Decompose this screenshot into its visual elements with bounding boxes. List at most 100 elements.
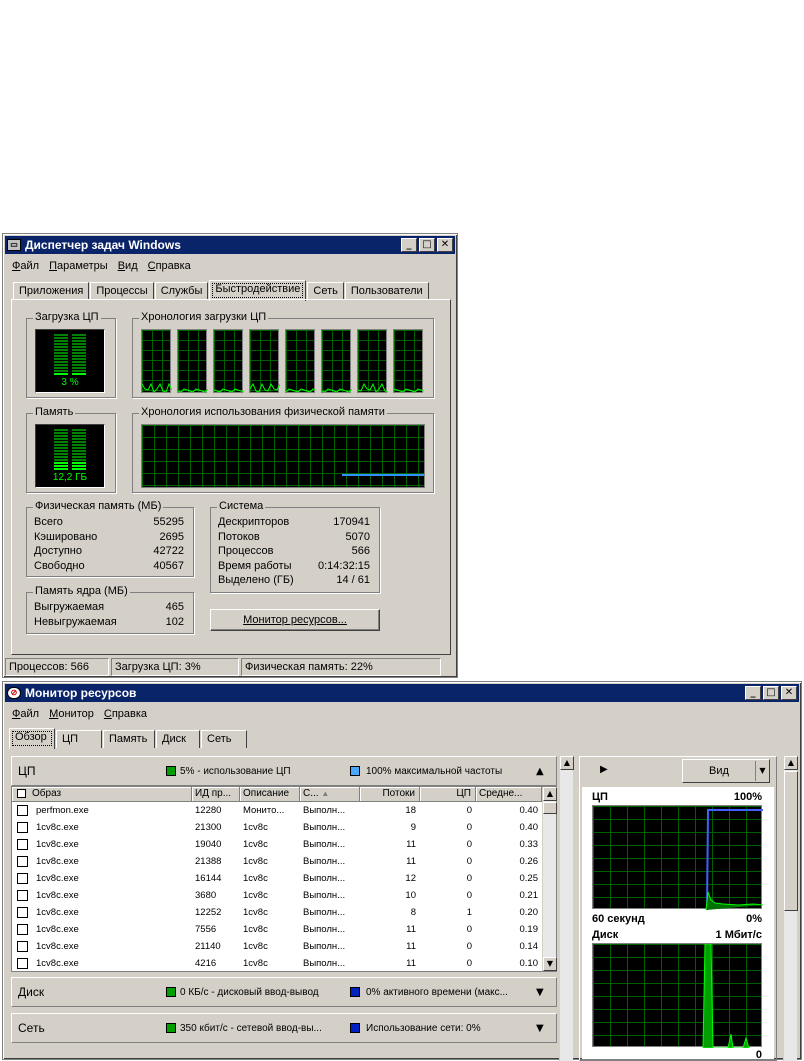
tab-processes[interactable]: Процессы	[90, 282, 154, 300]
row-checkbox[interactable]	[17, 873, 28, 884]
physical-memory-row: Кэшировано 2695	[34, 530, 184, 544]
resmon-minimize-button[interactable]: _	[745, 686, 761, 700]
row-checkbox[interactable]	[17, 805, 28, 816]
tab-disk[interactable]: Диск	[156, 730, 200, 748]
row-checkbox[interactable]	[17, 958, 28, 969]
cpu-core-graph	[357, 329, 388, 393]
task-manager-titlebar[interactable]: ▭ Диспетчер задач Windows _ □ ✕	[5, 236, 455, 254]
col-pid[interactable]: ИД пр...	[192, 787, 240, 801]
minimize-button[interactable]: _	[401, 238, 417, 252]
main-scroll-up-button[interactable]: ▲	[560, 756, 574, 770]
row-checkbox[interactable]	[17, 856, 28, 867]
table-row[interactable]: 1cv8c.exe 21140 1cv8c Выполн... 11 0 0.14	[12, 938, 542, 955]
disk-graph	[592, 943, 762, 1048]
table-row[interactable]: perfmon.exe 12280 Монито... Выполн... 18 0 0.4…	[12, 802, 542, 819]
close-button[interactable]: ✕	[437, 238, 453, 252]
tab-cpu[interactable]: ЦП	[56, 730, 102, 748]
view-dropdown[interactable]: Вид ▼	[682, 759, 770, 783]
table-scrollbar[interactable]: ▲ ▼	[542, 787, 557, 971]
resource-monitor-button[interactable]: Монитор ресурсов...	[210, 609, 380, 631]
menu-view[interactable]: Вид	[118, 260, 138, 272]
physical-memory-label: Кэшировано	[34, 530, 98, 543]
network-section-header[interactable]: Сеть 350 кбит/с - сетевой ввод-вы... Исп…	[11, 1013, 557, 1043]
memory-meter-seg	[54, 465, 68, 467]
tab-memory[interactable]: Память	[103, 730, 155, 748]
expand-arrow-icon[interactable]: ▼	[536, 987, 544, 998]
pane-toggle-arrow-icon[interactable]: ▶	[600, 764, 608, 775]
system-title: Система	[217, 500, 266, 512]
col-status[interactable]: С... ▲	[300, 787, 360, 801]
table-cell: 0	[466, 805, 472, 816]
tab-network[interactable]: Сеть	[307, 282, 344, 300]
tab-performance[interactable]: Быстродействие	[209, 280, 307, 301]
scroll-down-button[interactable]: ▼	[543, 957, 557, 971]
system-value: 0:14:32:15	[318, 559, 370, 572]
resmon-menu-help[interactable]: Справка	[104, 708, 147, 720]
disk-io-stat: 0 КБ/с - дисковый ввод-вывод	[180, 986, 319, 998]
table-cell: 0.40	[519, 805, 539, 816]
process-name: 1cv8c.exe	[36, 822, 79, 833]
expand-arrow-icon[interactable]: ▼	[536, 1023, 544, 1034]
resmon-close-button[interactable]: ✕	[781, 686, 797, 700]
row-checkbox[interactable]	[17, 890, 28, 901]
col-average[interactable]: Средне...	[476, 787, 542, 801]
graph-scroll-up-button[interactable]: ▲	[784, 756, 798, 770]
row-checkbox[interactable]	[17, 924, 28, 935]
row-checkbox[interactable]	[17, 822, 28, 833]
maximize-button[interactable]: □	[419, 238, 435, 252]
system-label: Процессов	[218, 545, 274, 557]
process-name: 1cv8c.exe	[36, 839, 79, 850]
resmon-menu-bar: Файл Монитор Справка	[3, 704, 801, 724]
resource-monitor-titlebar[interactable]: ⊘ Монитор ресурсов _ □ ✕	[5, 684, 799, 702]
select-all-checkbox[interactable]	[17, 789, 26, 798]
cpu-usage-title: Загрузка ЦП	[33, 311, 101, 323]
graph-scrollbar[interactable]: ▲	[783, 756, 798, 1061]
kernel-memory-label: Невыгружаемая	[34, 615, 117, 628]
tab-overview[interactable]: Обзор	[9, 728, 55, 749]
table-row[interactable]: 1cv8c.exe 19040 1cv8c Выполн... 11 0 0.33	[12, 836, 542, 853]
resmon-menu-file[interactable]: Файл	[12, 708, 39, 720]
scroll-thumb[interactable]	[543, 802, 557, 814]
tab-services[interactable]: Службы	[154, 282, 209, 300]
resmon-maximize-button[interactable]: □	[763, 686, 779, 700]
table-cell: 8	[410, 907, 416, 918]
scroll-up-button[interactable]: ▲	[543, 787, 557, 801]
col-image[interactable]: Образ	[12, 787, 192, 801]
tab-net[interactable]: Сеть	[201, 730, 247, 748]
dropdown-arrow-icon: ▼	[755, 761, 769, 781]
memory-meter-seg	[72, 429, 86, 431]
table-row[interactable]: 1cv8c.exe 21300 1cv8c Выполн... 9 0 0.40	[12, 819, 542, 836]
system-value: 14 / 61	[336, 574, 370, 586]
menu-options[interactable]: Параметры	[49, 260, 108, 272]
table-row[interactable]: 1cv8c.exe 3680 1cv8c Выполн... 10 0 0.21	[12, 887, 542, 904]
table-row[interactable]: 1cv8c.exe 7556 1cv8c Выполн... 11 0 0.19	[12, 921, 542, 938]
cpu-graph	[592, 805, 763, 910]
resmon-menu-monitor[interactable]: Монитор	[49, 708, 94, 720]
cpu-section-header[interactable]: ЦП 5% - использование ЦП 100% максимальн…	[11, 756, 557, 786]
col-threads[interactable]: Потоки	[360, 787, 420, 801]
cpu-meter-seg	[54, 340, 68, 342]
task-manager-window: ▭ Диспетчер задач Windows _ □ ✕ Файл Пар…	[2, 233, 458, 678]
tab-applications[interactable]: Приложения	[13, 282, 90, 300]
col-cpu[interactable]: ЦП	[420, 787, 476, 801]
row-checkbox[interactable]	[17, 907, 28, 918]
collapse-arrow-icon[interactable]: ▲	[536, 766, 544, 777]
resmon-tab-strip: Обзор ЦП Память Диск Сеть	[9, 727, 248, 749]
menu-help[interactable]: Справка	[148, 260, 191, 272]
table-row[interactable]: 1cv8c.exe 12252 1cv8c Выполн... 8 1 0.20	[12, 904, 542, 921]
cpu-meter-seg	[54, 346, 68, 348]
row-checkbox[interactable]	[17, 941, 28, 952]
col-description[interactable]: Описание	[240, 787, 300, 801]
table-row[interactable]: 1cv8c.exe 4216 1cv8c Выполн... 11 0 0.10	[12, 955, 542, 972]
menu-file[interactable]: Файл	[12, 260, 39, 272]
disk-section-header[interactable]: Диск 0 КБ/с - дисковый ввод-вывод 0% акт…	[11, 977, 557, 1007]
tab-users[interactable]: Пользователи	[344, 282, 429, 300]
table-row[interactable]: 1cv8c.exe 21388 1cv8c Выполн... 11 0 0.26	[12, 853, 542, 870]
table-cell: 1cv8c.exe	[12, 938, 192, 955]
main-scrollbar[interactable]: ▲	[559, 756, 574, 1061]
graph-scroll-thumb[interactable]	[784, 771, 798, 911]
table-row[interactable]: 1cv8c.exe 16144 1cv8c Выполн... 12 0 0.25	[12, 870, 542, 887]
memory-history-group: Хронология использования физической памя…	[132, 406, 434, 493]
row-checkbox[interactable]	[17, 839, 28, 850]
cpu-meter-seg	[72, 346, 86, 348]
